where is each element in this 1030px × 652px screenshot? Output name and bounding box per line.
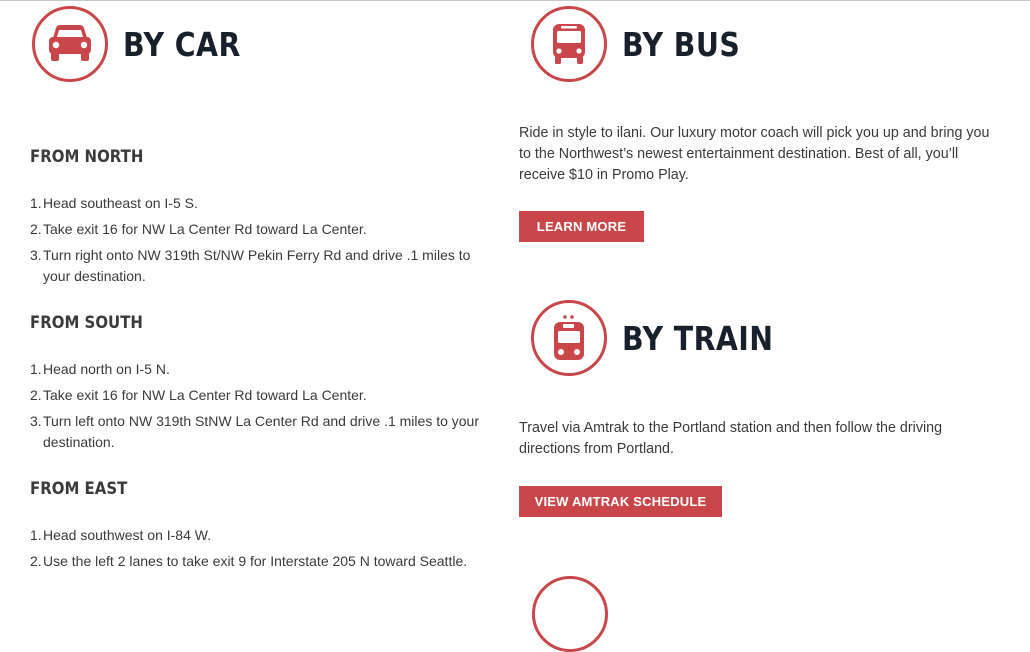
train-description: Travel via Amtrak to the Portland statio… [519, 420, 943, 457]
list-item: 2. Use the left 2 lanes to take exit 9 fo… [30, 553, 468, 569]
train-icon [531, 300, 607, 376]
top-divider [0, 0, 1030, 1]
list-item: 1. Head southeast on I-5 S. [30, 195, 198, 211]
learn-more-button[interactable]: LEARN MORE [519, 211, 644, 242]
from-east-heading: FROM EAST [30, 479, 128, 499]
from-south-steps: 1. Head north on I-5 N. 2. Take exit 16 fo… [30, 359, 483, 458]
list-item: 1. Head southwest on I-84 W. [30, 527, 212, 543]
from-east-steps: 1. Head southwest on I-84 W. 2. Use the le… [30, 525, 483, 577]
from-north-heading: FROM NORTH [30, 147, 144, 167]
list-item: 2. Take exit 16 for NW La Center Rd towar… [30, 387, 367, 403]
bus-icon [531, 6, 607, 82]
list-item: 2. Take exit 16 for NW La Center Rd towar… [30, 221, 367, 237]
by-train-header: BY TRAIN [531, 300, 798, 376]
bus-description: Ride in style to ilani. Our luxury motor… [519, 125, 990, 183]
by-train-title: BY TRAIN [622, 318, 774, 358]
from-north-steps: 1. Head southeast on I-5 S. 2. Take exit 1… [30, 193, 483, 292]
list-item: 3. Turn left onto NW 319th StNW La Center… [30, 413, 480, 450]
car-icon [32, 6, 108, 82]
next-mode-icon [532, 576, 608, 652]
by-car-header: BY CAR [32, 6, 260, 82]
view-amtrak-schedule-button[interactable]: VIEW AMTRAK SCHEDULE [519, 486, 722, 517]
by-bus-title: BY BUS [622, 24, 741, 64]
by-bus-header: BY BUS [531, 6, 759, 82]
from-south-heading: FROM SOUTH [30, 313, 143, 333]
list-item: 1. Head north on I-5 N. [30, 361, 170, 377]
by-car-title: BY CAR [123, 24, 241, 64]
list-item: 3. Turn right onto NW 319th St/NW Pekin F… [30, 247, 471, 284]
